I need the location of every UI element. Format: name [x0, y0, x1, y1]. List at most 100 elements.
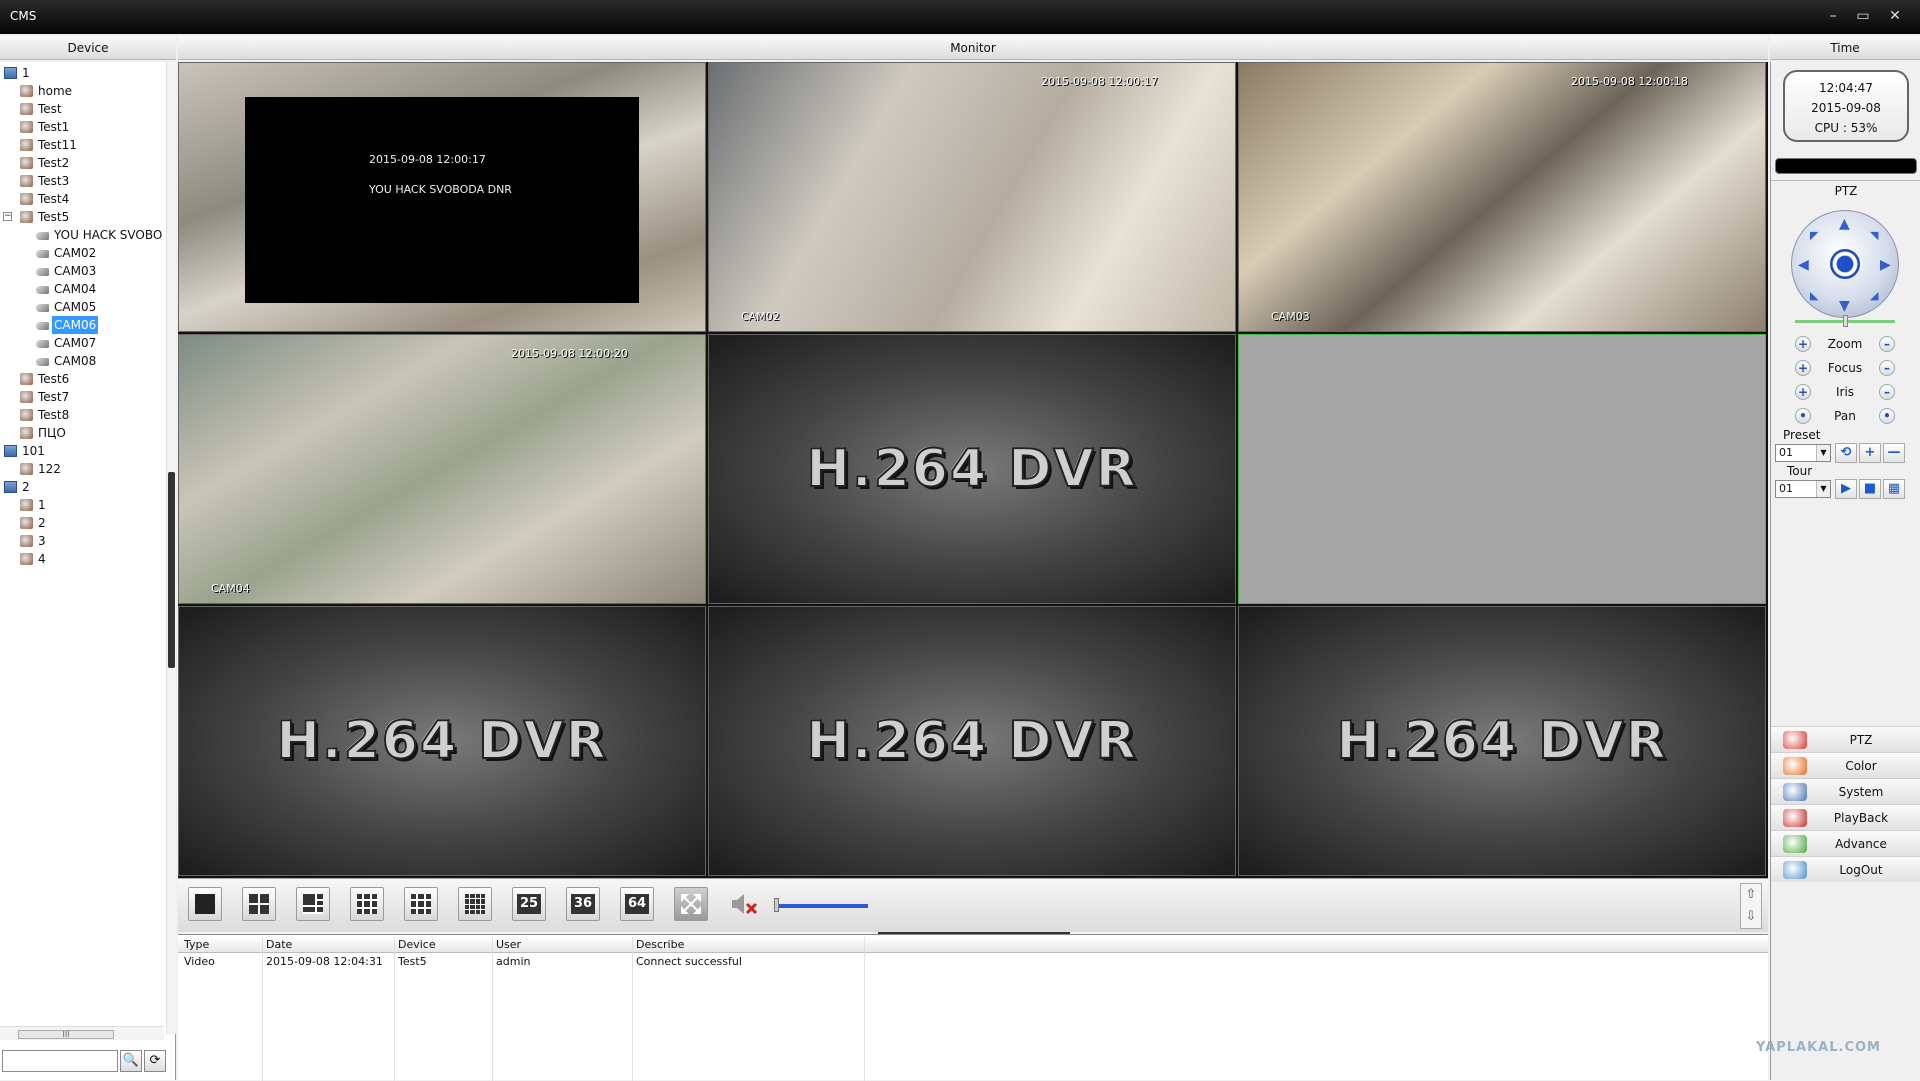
table-row[interactable]: Video 2015-09-08 12:04:31 Test5 admin Co…: [178, 954, 1768, 970]
tree-horizontal-scrollbar[interactable]: III: [0, 1026, 164, 1040]
tree-group-item[interactable]: 2: [0, 478, 164, 496]
arrow-up-right-icon[interactable]: ◥: [1870, 229, 1878, 243]
arrow-down-right-icon[interactable]: ◢: [1870, 289, 1878, 303]
tour-grid-icon[interactable]: ▦: [1883, 479, 1905, 499]
scroll-thumb[interactable]: [168, 472, 175, 668]
menu-button-playback[interactable]: PlayBack: [1771, 804, 1920, 830]
tree-device-item[interactable]: Test6: [0, 370, 164, 388]
tree-device-item[interactable]: 122: [0, 460, 164, 478]
layout-6-button[interactable]: [296, 887, 330, 921]
arrow-down-left-icon[interactable]: ◣: [1810, 289, 1818, 303]
refresh-icon[interactable]: ⟳: [144, 1050, 166, 1072]
tour-stop-icon[interactable]: ■: [1859, 479, 1881, 499]
preset-add-icon[interactable]: +: [1859, 443, 1881, 463]
ptz-direction-pad[interactable]: ▲ ▼ ◀ ▶ ◤ ◥ ◣ ◢: [1791, 210, 1899, 318]
tour-select[interactable]: 01 ▼: [1775, 480, 1831, 498]
tree-device-item[interactable]: Test: [0, 100, 164, 118]
log-col-date[interactable]: Date: [262, 937, 292, 953]
pan-stop-button[interactable]: •: [1879, 408, 1895, 424]
tree-device-item[interactable]: Test8: [0, 406, 164, 424]
minimize-button[interactable]: –: [1822, 6, 1844, 26]
arrow-left-icon[interactable]: ◀: [1798, 258, 1809, 272]
pan-start-button[interactable]: •: [1795, 408, 1811, 424]
tree-camera-item[interactable]: CAM03: [0, 262, 164, 280]
arrow-right-icon[interactable]: ▶: [1880, 258, 1891, 272]
tree-device-item[interactable]: 4: [0, 550, 164, 568]
tree-device-item[interactable]: 1: [0, 496, 164, 514]
video-tile-9[interactable]: H.264 DVR: [1238, 606, 1766, 876]
tree-device-item[interactable]: home: [0, 82, 164, 100]
scroll-up-down-button[interactable]: ⇧ ⇩: [1740, 883, 1762, 929]
preset-goto-icon[interactable]: ⟲: [1835, 443, 1857, 463]
iris-open-button[interactable]: +: [1795, 384, 1811, 400]
chevron-down-icon[interactable]: ▼: [1816, 481, 1830, 497]
tree-camera-item[interactable]: CAM02: [0, 244, 164, 262]
tree-device-item[interactable]: Test7: [0, 388, 164, 406]
tree-camera-item[interactable]: YOU HACK SVOBO: [0, 226, 164, 244]
layout-36-button[interactable]: 36: [566, 887, 600, 921]
menu-button-ptz[interactable]: PTZ: [1771, 726, 1920, 752]
menu-button-logout[interactable]: LogOut: [1771, 856, 1920, 882]
iris-close-button[interactable]: –: [1879, 384, 1895, 400]
log-col-user[interactable]: User: [492, 937, 521, 953]
tree-device-item[interactable]: Test2: [0, 154, 164, 172]
preset-remove-icon[interactable]: —: [1883, 443, 1905, 463]
mute-icon[interactable]: [728, 889, 758, 919]
tree-group-item[interactable]: 101: [0, 442, 164, 460]
layout-25-button[interactable]: 25: [512, 887, 546, 921]
layout-8-button[interactable]: [350, 887, 384, 921]
preset-select[interactable]: 01 ▼: [1775, 444, 1831, 462]
volume-slider[interactable]: [774, 898, 868, 912]
tree-vertical-scrollbar[interactable]: [166, 62, 176, 1034]
speed-knob[interactable]: [1843, 315, 1848, 327]
video-tile-3[interactable]: 2015-09-08 12:00:18 CAM03: [1238, 62, 1766, 332]
tree-camera-item[interactable]: CAM08: [0, 352, 164, 370]
tree-device-item[interactable]: ПЦО: [0, 424, 164, 442]
layout-1-button[interactable]: [188, 887, 222, 921]
arrow-up-left-icon[interactable]: ◤: [1810, 229, 1818, 243]
log-col-describe[interactable]: Describe: [632, 937, 684, 953]
collapse-icon[interactable]: −: [3, 212, 12, 221]
ptz-center-button[interactable]: [1830, 249, 1860, 279]
menu-button-color[interactable]: Color: [1771, 752, 1920, 778]
scroll-thumb-grip[interactable]: III: [18, 1030, 114, 1039]
focus-in-button[interactable]: +: [1795, 360, 1811, 376]
menu-button-advance[interactable]: Advance: [1771, 830, 1920, 856]
tree-camera-item[interactable]: CAM07: [0, 334, 164, 352]
tree-device-item[interactable]: Test3: [0, 172, 164, 190]
volume-knob[interactable]: [774, 898, 779, 912]
video-tile-2[interactable]: 2015-09-08 12:00:17 CAM02: [708, 62, 1236, 332]
fullscreen-button[interactable]: [674, 887, 708, 921]
tree-camera-item[interactable]: CAM04: [0, 280, 164, 298]
tree-device-item[interactable]: Test1: [0, 118, 164, 136]
video-tile-5[interactable]: H.264 DVR: [708, 334, 1236, 604]
tour-play-icon[interactable]: ▶: [1835, 479, 1857, 499]
close-button[interactable]: ✕: [1884, 6, 1906, 26]
video-tile-7[interactable]: H.264 DVR: [178, 606, 706, 876]
zoom-out-button[interactable]: –: [1879, 336, 1895, 352]
video-tile-4[interactable]: 2015-09-08 12:00:20 CAM04: [178, 334, 706, 604]
tree-group-item[interactable]: 1: [0, 64, 164, 82]
tree-device-item[interactable]: Test4: [0, 190, 164, 208]
maximize-button[interactable]: ▭: [1852, 6, 1874, 26]
video-tile-1[interactable]: 2015-09-08 12:00:17 YOU HACK SVOBODA DNR: [178, 62, 706, 332]
video-tile-8[interactable]: H.264 DVR: [708, 606, 1236, 876]
log-col-device[interactable]: Device: [394, 937, 436, 953]
chevron-down-icon[interactable]: ▼: [1816, 445, 1830, 461]
ptz-speed-slider[interactable]: [1795, 315, 1895, 327]
tree-camera-item[interactable]: CAM06: [0, 316, 164, 334]
layout-64-button[interactable]: 64: [620, 887, 654, 921]
layout-9-button[interactable]: [404, 887, 438, 921]
tree-device-item[interactable]: 2: [0, 514, 164, 532]
menu-button-system[interactable]: System: [1771, 778, 1920, 804]
device-search-input[interactable]: [2, 1050, 118, 1072]
zoom-in-button[interactable]: +: [1795, 336, 1811, 352]
video-tile-6-selected[interactable]: [1238, 334, 1766, 604]
search-icon[interactable]: 🔍: [120, 1050, 142, 1072]
layout-16-button[interactable]: [458, 887, 492, 921]
device-tree[interactable]: 1 home Test Test1 Test11 Test2 Test3 Test4 − Test…: [0, 64, 164, 1034]
tree-device-item[interactable]: Test11: [0, 136, 164, 154]
focus-out-button[interactable]: –: [1879, 360, 1895, 376]
arrow-up-icon[interactable]: ▲: [1839, 217, 1850, 231]
arrow-down-icon[interactable]: ▼: [1839, 299, 1850, 313]
